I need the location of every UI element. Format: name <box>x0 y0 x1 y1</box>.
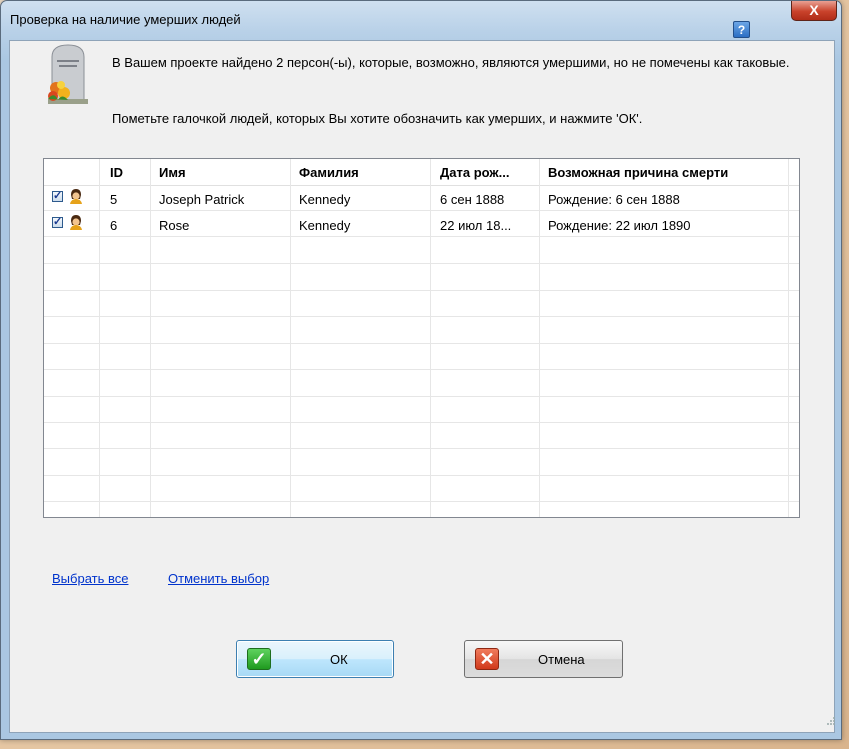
person-icon <box>70 215 82 230</box>
select-all-link[interactable]: Выбрать все <box>52 571 128 586</box>
cell-first-name: Rose <box>159 218 190 233</box>
cell-id: 6 <box>110 218 118 233</box>
help-button[interactable]: ? <box>733 21 750 38</box>
deselect-link[interactable]: Отменить выбор <box>168 571 269 586</box>
title-bar[interactable]: Проверка на наличие умерших людей ? X <box>1 1 841 41</box>
cancel-button-label: Отмена <box>538 652 585 667</box>
ok-button[interactable]: ✓ ОК <box>236 640 394 678</box>
ok-button-label: ОК <box>330 652 348 667</box>
check-icon: ✓ <box>247 648 271 670</box>
x-icon: ✕ <box>475 648 499 670</box>
row-checkbox[interactable] <box>52 189 63 202</box>
column-header-id[interactable]: ID <box>110 165 123 180</box>
tombstone-flowers-icon <box>48 44 88 104</box>
column-header-last-name[interactable]: Фамилия <box>299 165 359 180</box>
column-header-birth-date[interactable]: Дата рож... <box>440 165 509 180</box>
cancel-button[interactable]: ✕ Отмена <box>464 640 623 678</box>
cell-id: 5 <box>110 192 118 207</box>
cell-birth-date: 6 сен 1888 <box>440 192 505 207</box>
cell-last-name: Kennedy <box>299 218 351 233</box>
column-header-first-name[interactable]: Имя <box>159 165 186 180</box>
resize-grip-icon[interactable] <box>826 716 836 726</box>
cell-birth-date: 22 июл 18... <box>440 218 512 233</box>
row-checkbox[interactable] <box>52 215 63 228</box>
cell-death-reason: Рождение: 22 июл 1890 <box>548 218 691 233</box>
cell-last-name: Kennedy <box>299 192 351 207</box>
cell-death-reason: Рождение: 6 сен 1888 <box>548 192 680 207</box>
persons-table[interactable]: ID Имя Фамилия Дата рож... Возможная при… <box>43 158 800 518</box>
instruction-message: Пометьте галочкой людей, которых Вы хоти… <box>112 111 643 126</box>
person-icon <box>70 189 82 204</box>
info-message: В Вашем проекте найдено 2 персон(-ы), ко… <box>112 55 790 70</box>
cell-first-name: Joseph Patrick <box>159 192 245 207</box>
close-button[interactable]: X <box>791 1 837 21</box>
column-header-death-reason[interactable]: Возможная причина смерти <box>548 165 728 180</box>
window-title: Проверка на наличие умерших людей <box>10 12 241 27</box>
